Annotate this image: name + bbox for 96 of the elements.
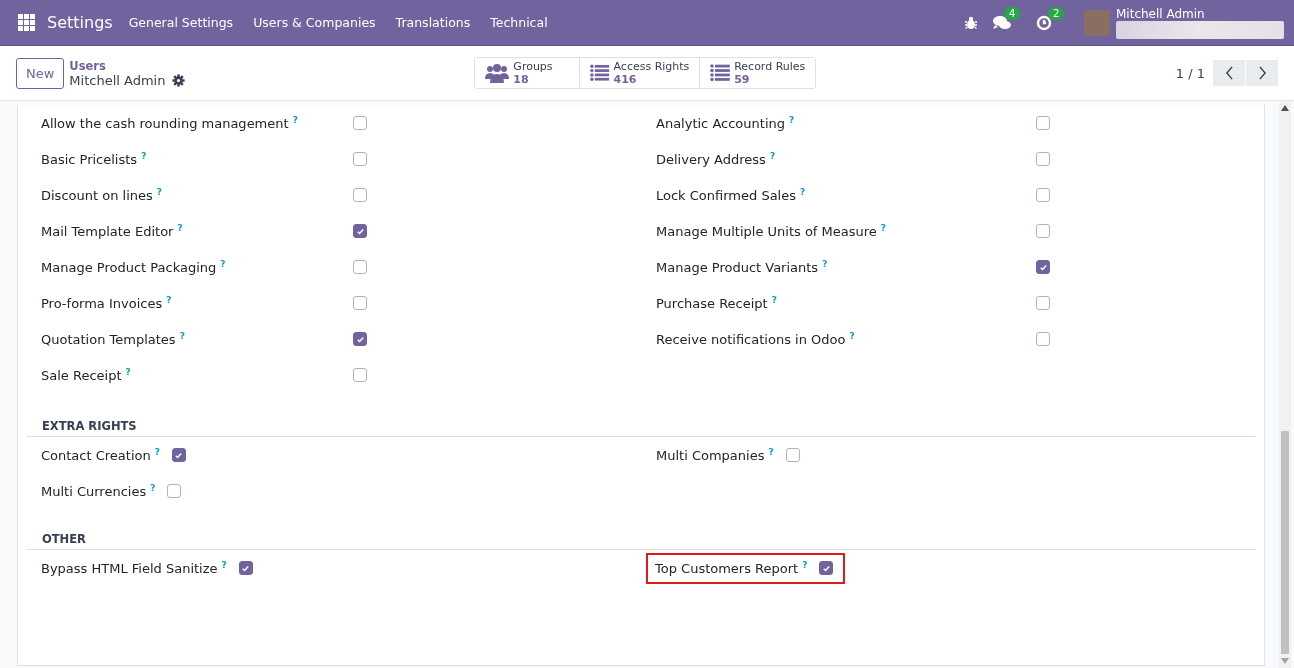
checkbox[interactable]: [353, 260, 367, 274]
record-name: Mitchell Admin: [69, 72, 166, 88]
field-label: Top Customers Report: [655, 560, 799, 576]
checkbox[interactable]: [353, 224, 367, 238]
help-tooltip-mark[interactable]: ?: [800, 187, 806, 197]
breadcrumb-link[interactable]: Users: [69, 58, 475, 73]
menu-item[interactable]: Technical: [490, 15, 548, 30]
field-label: Sale Receipt: [41, 367, 122, 383]
checkbox[interactable]: [353, 296, 367, 310]
help-tooltip-mark[interactable]: ?: [150, 483, 156, 493]
field-label: Pro-forma Invoices: [41, 295, 163, 311]
settings-icon[interactable]: [172, 73, 186, 87]
checkbox[interactable]: [1036, 260, 1050, 274]
checkmark-icon: [241, 563, 251, 573]
help-tooltip-mark[interactable]: ?: [177, 223, 183, 233]
checkmark-icon: [1038, 262, 1048, 272]
field-label: Receive notifications in Odoo: [656, 331, 846, 347]
help-tooltip-mark[interactable]: ?: [141, 151, 147, 161]
scrollbar[interactable]: [1279, 101, 1291, 668]
help-tooltip-mark[interactable]: ?: [769, 151, 776, 161]
help-tooltip-mark[interactable]: ?: [802, 560, 808, 570]
help-tooltip-mark[interactable]: ?: [166, 295, 172, 305]
menu-item[interactable]: General Settings: [128, 15, 234, 30]
checkbox[interactable]: [1036, 116, 1050, 130]
field-label: Lock Confirmed Sales: [656, 187, 796, 203]
help-tooltip-mark[interactable]: ?: [156, 187, 162, 197]
help-tooltip-mark[interactable]: ?: [125, 367, 131, 377]
help-tooltip-mark[interactable]: ?: [822, 259, 828, 269]
field-label: Basic Pricelists: [41, 151, 138, 167]
checkmark-icon: [821, 563, 831, 573]
checkbox[interactable]: [1036, 152, 1050, 166]
field-label: Multi Companies: [656, 447, 765, 463]
field-label: Contact Creation: [41, 447, 151, 463]
checkmark-icon: [174, 450, 184, 460]
smart-button[interactable]: Record Rules 59: [699, 58, 816, 88]
activity-count-badge: 2: [1048, 6, 1065, 20]
help-tooltip-mark[interactable]: ?: [179, 331, 185, 341]
avatar-placeholder[interactable]: [1084, 9, 1110, 36]
user-name[interactable]: Mitchell Admin: [1116, 6, 1284, 21]
checkbox[interactable]: [1036, 296, 1050, 310]
scroll-down-icon[interactable]: [1281, 658, 1289, 664]
checkbox[interactable]: [1036, 224, 1050, 238]
help-tooltip-mark[interactable]: ?: [154, 447, 160, 457]
clock-icon[interactable]: [1036, 14, 1052, 31]
new-button[interactable]: New: [16, 57, 65, 89]
checkbox[interactable]: [1036, 332, 1050, 346]
checkbox[interactable]: [353, 368, 367, 382]
scroll-up-icon[interactable]: [1281, 105, 1289, 111]
help-tooltip-mark[interactable]: ?: [849, 331, 855, 341]
checkbox[interactable]: [819, 561, 834, 575]
help-tooltip-mark[interactable]: ?: [292, 115, 298, 125]
help-tooltip-mark[interactable]: ?: [880, 223, 887, 233]
checkmark-icon: [355, 226, 365, 236]
app-title[interactable]: Settings: [47, 13, 113, 32]
field-label: Manage Product Variants: [656, 259, 819, 275]
help-tooltip-mark[interactable]: ?: [220, 259, 226, 269]
field-label: Manage Multiple Units of Measure: [656, 223, 877, 239]
checkbox[interactable]: [171, 448, 186, 462]
app-grid-icon[interactable]: [18, 13, 36, 32]
checkbox[interactable]: [1036, 188, 1050, 202]
list-icon: [590, 64, 610, 82]
field-label: Mail Template Editor: [41, 223, 174, 239]
checkbox[interactable]: [353, 188, 367, 202]
field-label: Bypass HTML Field Sanitize: [41, 560, 218, 576]
field-label: Quotation Templates: [41, 331, 176, 347]
pager-value: 1 / 1: [1175, 65, 1205, 81]
help-tooltip-mark[interactable]: ?: [221, 560, 227, 570]
field-label: Purchase Receipt: [656, 295, 768, 311]
message-count-badge: 4: [1004, 6, 1021, 20]
people-icon: [485, 63, 510, 83]
next-button[interactable]: [1246, 60, 1278, 86]
menu-item[interactable]: Users & Companies: [253, 15, 376, 30]
field-label: Manage Product Packaging: [41, 259, 217, 275]
help-tooltip-mark[interactable]: ?: [789, 115, 795, 125]
field-label: Discount on lines: [41, 187, 153, 203]
previous-button[interactable]: [1213, 60, 1245, 86]
checkbox[interactable]: [167, 484, 182, 498]
list-icon: [710, 64, 731, 82]
help-tooltip-mark[interactable]: ?: [771, 295, 777, 305]
checkbox[interactable]: [238, 561, 253, 575]
field-label: Multi Currencies: [41, 483, 147, 499]
checkmark-icon: [355, 334, 365, 344]
bug-icon[interactable]: [964, 15, 978, 30]
field-label: Analytic Accounting: [656, 115, 785, 131]
chevron-left-icon: [1224, 66, 1234, 80]
section-heading: EXTRA RIGHTS: [42, 419, 137, 433]
help-tooltip-mark[interactable]: ?: [768, 447, 774, 457]
checkbox[interactable]: [353, 332, 367, 346]
field-label: Allow the cash rounding management: [41, 115, 289, 131]
checkbox[interactable]: [353, 116, 367, 130]
section-heading: OTHER: [42, 532, 86, 546]
menu-item[interactable]: Translations: [395, 15, 471, 30]
checkbox[interactable]: [353, 152, 367, 166]
checkbox[interactable]: [785, 448, 800, 462]
chevron-right-icon: [1257, 66, 1267, 80]
field-label: Delivery Address: [656, 151, 766, 167]
